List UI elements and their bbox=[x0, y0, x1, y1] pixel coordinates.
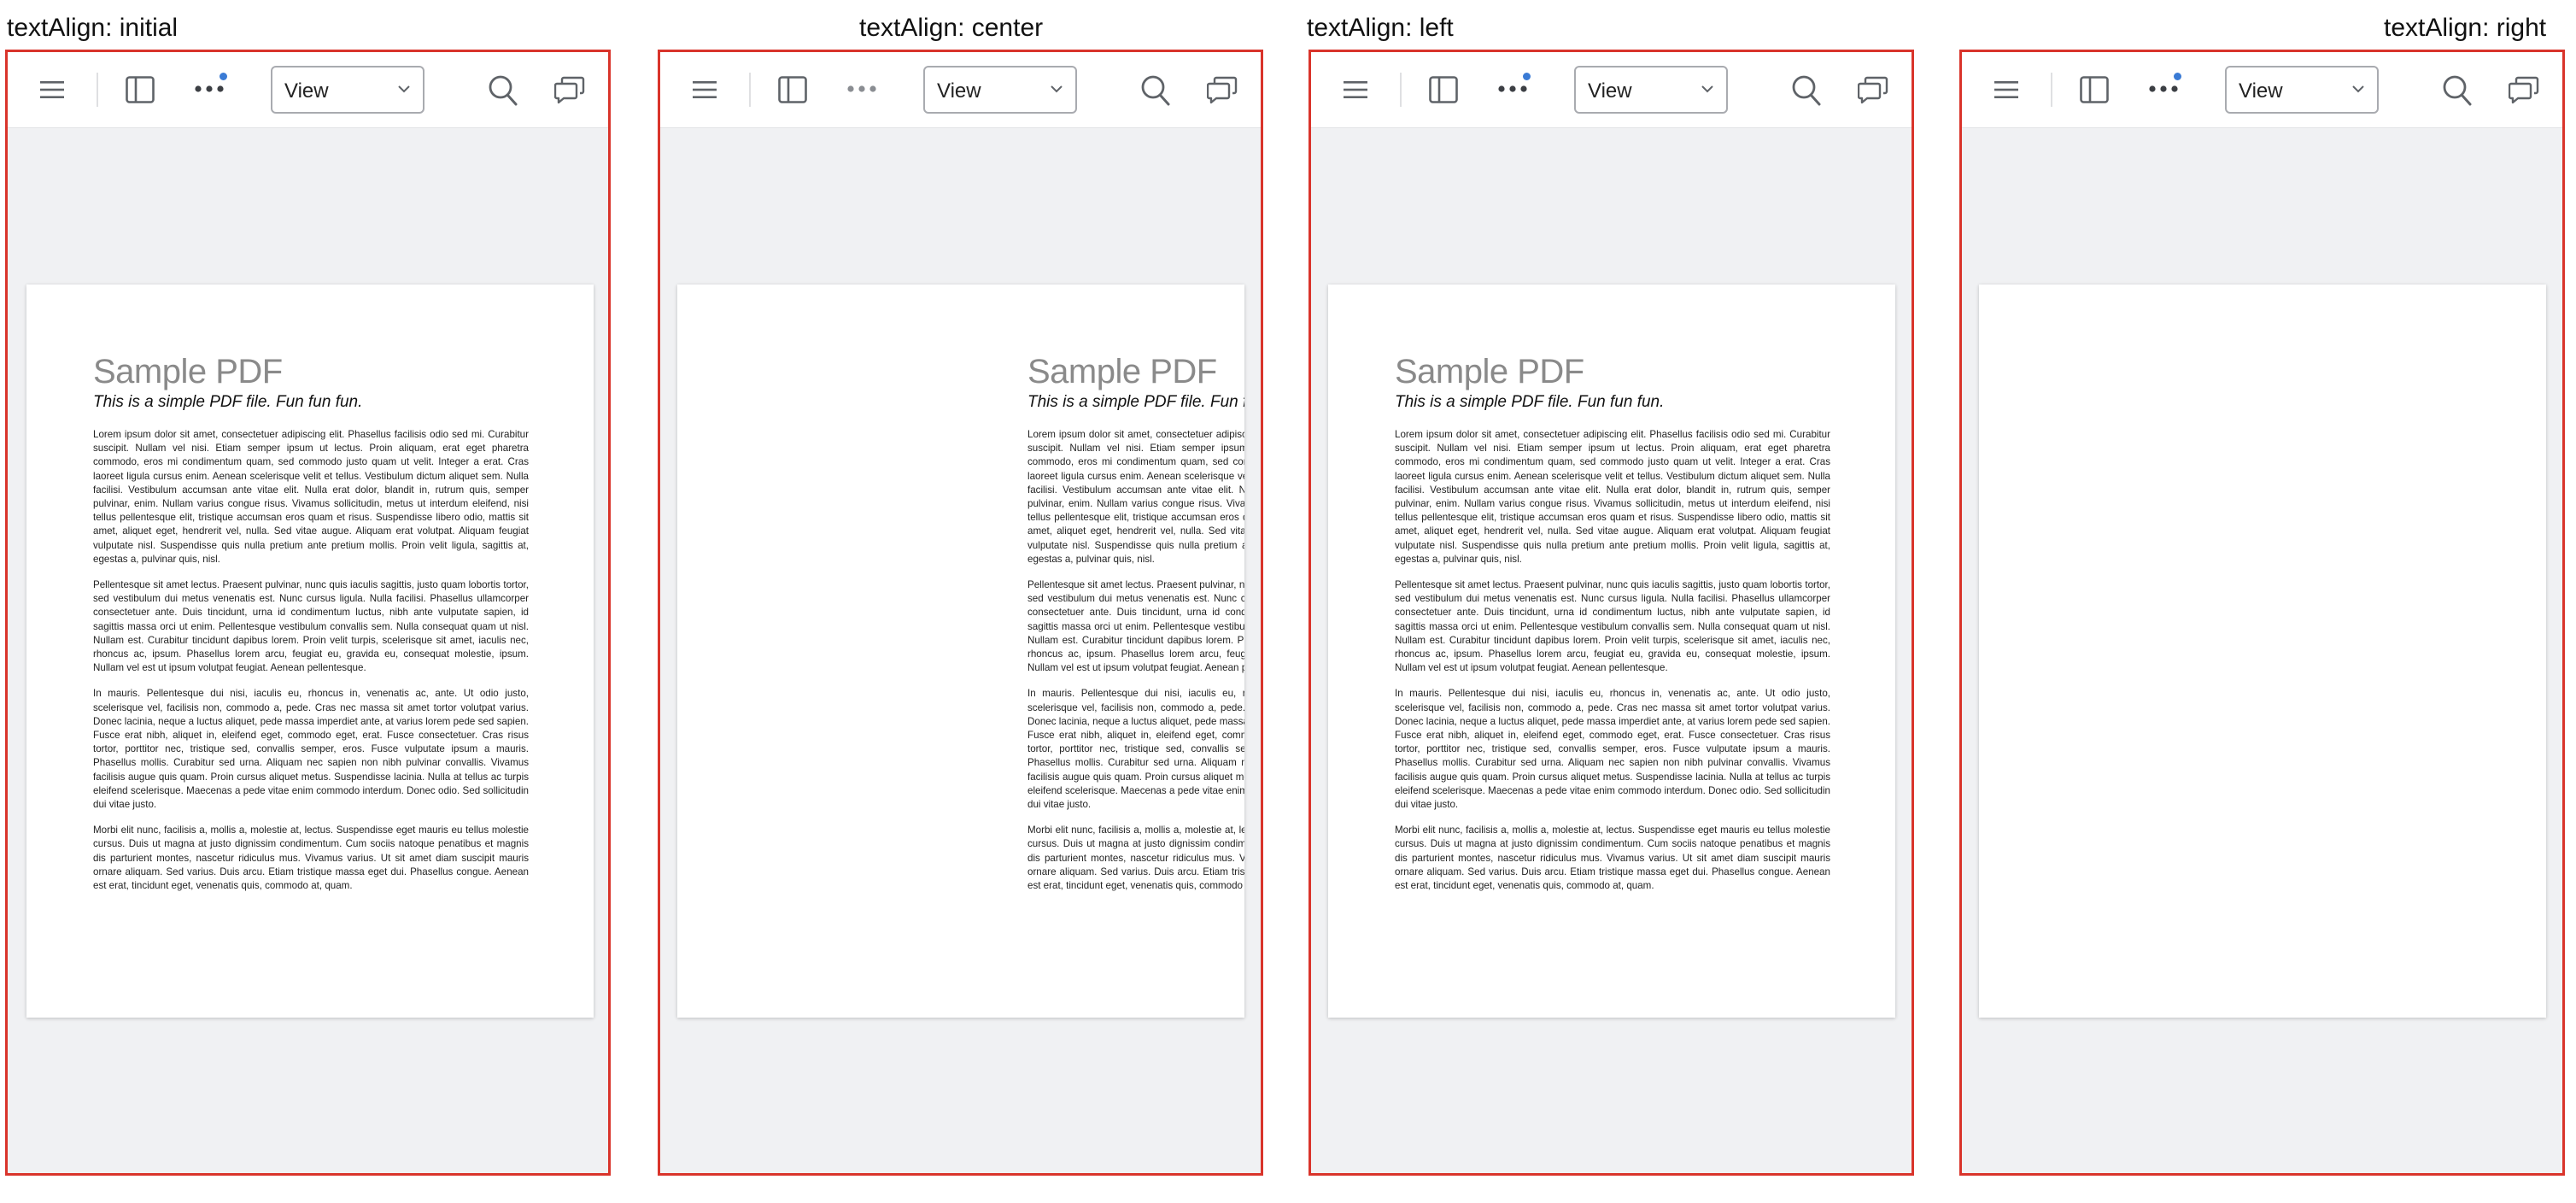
document-paragraph: In mauris. Pellentesque dui nisi, iaculi… bbox=[1027, 688, 1244, 811]
document-paragraph: Lorem ipsum dolor sit amet, consectetuer… bbox=[1395, 429, 1830, 565]
view-select[interactable]: View bbox=[2225, 66, 2379, 114]
document-paragraph: Pellentesque sit amet lectus. Praesent p… bbox=[93, 579, 529, 674]
notification-dot bbox=[2174, 73, 2181, 80]
pdf-viewer-initial: View Sample PDF This is a simple PDF fil… bbox=[5, 50, 611, 1176]
view-select-value: View bbox=[284, 79, 329, 103]
more-options-icon[interactable] bbox=[194, 83, 225, 95]
comments-icon[interactable] bbox=[554, 76, 585, 105]
sidebar-toggle-icon[interactable] bbox=[778, 76, 807, 103]
view-select-value: View bbox=[2239, 79, 2283, 103]
view-select-value: View bbox=[1588, 79, 1632, 103]
page-content: Sample PDF This is a simple PDF file. Fu… bbox=[1027, 353, 1244, 905]
document-paragraph: Morbi elit nunc, facilisis a, mollis a, … bbox=[1027, 824, 1244, 892]
document-title: Sample PDF bbox=[1027, 353, 1217, 390]
viewer-toolbar: View bbox=[1962, 52, 2562, 128]
hamburger-icon[interactable] bbox=[693, 80, 717, 99]
more-options-icon[interactable] bbox=[846, 83, 877, 95]
chevron-down-icon bbox=[2352, 85, 2364, 93]
search-icon[interactable] bbox=[1791, 74, 1822, 107]
search-icon[interactable] bbox=[2442, 74, 2473, 107]
document-paragraph: Pellentesque sit amet lectus. Praesent p… bbox=[1395, 579, 1830, 674]
page-content: Sample PDF This is a simple PDF file. Fu… bbox=[93, 353, 529, 905]
view-select[interactable]: View bbox=[271, 66, 424, 114]
comments-icon[interactable] bbox=[1207, 76, 1238, 105]
toolbar-divider bbox=[97, 73, 98, 107]
document-paragraph: Lorem ipsum dolor sit amet, consectetuer… bbox=[1027, 429, 1244, 565]
document-title: Sample PDF bbox=[1395, 353, 1584, 390]
sidebar-toggle-icon[interactable] bbox=[126, 76, 155, 103]
caption-text-align-initial: textAlign: initial bbox=[7, 14, 179, 42]
document-title: Sample PDF bbox=[93, 353, 283, 390]
comments-icon[interactable] bbox=[1858, 76, 1888, 105]
hamburger-icon[interactable] bbox=[1994, 80, 2018, 99]
notification-dot bbox=[1523, 73, 1531, 80]
viewer-toolbar: View bbox=[660, 52, 1261, 128]
more-options-icon[interactable] bbox=[2148, 83, 2179, 95]
pdf-page: Sample PDF This is a simple PDF file. Fu… bbox=[677, 285, 1244, 1018]
caption-text-align-center: textAlign: center bbox=[859, 14, 1044, 42]
chevron-down-icon bbox=[398, 85, 410, 93]
document-paragraph: In mauris. Pellentesque dui nisi, iaculi… bbox=[93, 688, 529, 811]
viewer-toolbar: View bbox=[1311, 52, 1912, 128]
document-paragraph: Lorem ipsum dolor sit amet, consectetuer… bbox=[93, 429, 529, 565]
view-select[interactable]: View bbox=[1574, 66, 1728, 114]
view-select-value: View bbox=[937, 79, 981, 103]
caption-text-align-right: textAlign: right bbox=[2384, 14, 2547, 42]
document-paragraph: Pellentesque sit amet lectus. Praesent p… bbox=[1027, 579, 1244, 674]
toolbar-divider bbox=[749, 73, 751, 107]
more-options-icon[interactable] bbox=[1497, 83, 1528, 95]
toolbar-divider bbox=[2051, 73, 2052, 107]
comments-icon[interactable] bbox=[2509, 76, 2539, 105]
document-subtitle: This is a simple PDF file. Fun fun fun. bbox=[1027, 393, 1244, 411]
toolbar-divider bbox=[1400, 73, 1402, 107]
hamburger-icon[interactable] bbox=[1344, 80, 1367, 99]
viewer-toolbar: View bbox=[8, 52, 608, 128]
pdf-page: Sample PDF This is a simple PDF file. Fu… bbox=[26, 285, 594, 1018]
document-subtitle: This is a simple PDF file. Fun fun fun. bbox=[1395, 393, 1665, 411]
chevron-down-icon bbox=[1701, 85, 1713, 93]
notification-dot bbox=[220, 73, 227, 80]
document-paragraph: In mauris. Pellentesque dui nisi, iaculi… bbox=[1395, 688, 1830, 811]
pdf-viewer-center: View Sample PDF This is a simple PDF fil… bbox=[658, 50, 1263, 1176]
document-paragraph: Morbi elit nunc, facilisis a, mollis a, … bbox=[1395, 824, 1830, 892]
chevron-down-icon bbox=[1051, 85, 1063, 93]
pdf-page: Sample PDF This is a simple PDF file. Fu… bbox=[1328, 285, 1895, 1018]
view-select[interactable]: View bbox=[923, 66, 1077, 114]
search-icon[interactable] bbox=[488, 74, 518, 107]
document-subtitle: This is a simple PDF file. Fun fun fun. bbox=[93, 393, 363, 411]
caption-text-align-left: textAlign: left bbox=[1307, 14, 1454, 42]
pdf-viewer-right: View bbox=[1959, 50, 2565, 1176]
search-icon[interactable] bbox=[1140, 74, 1171, 107]
sidebar-toggle-icon[interactable] bbox=[2080, 76, 2109, 103]
pdf-page bbox=[1979, 285, 2546, 1018]
sidebar-toggle-icon[interactable] bbox=[1429, 76, 1458, 103]
pdf-viewer-left: View Sample PDF This is a simple PDF fil… bbox=[1308, 50, 1914, 1176]
hamburger-icon[interactable] bbox=[40, 80, 64, 99]
document-paragraph: Morbi elit nunc, facilisis a, mollis a, … bbox=[93, 824, 529, 892]
page-content: Sample PDF This is a simple PDF file. Fu… bbox=[1395, 353, 1830, 905]
